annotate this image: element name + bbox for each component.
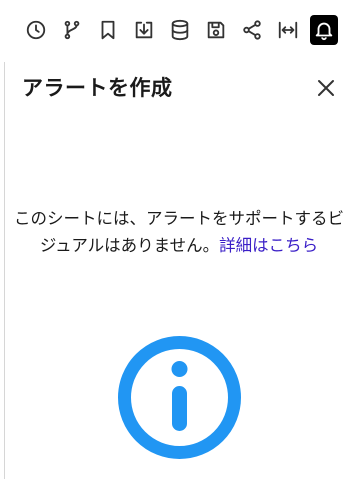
close-button[interactable] <box>314 76 338 100</box>
data-button[interactable] <box>166 15 194 45</box>
toolbar <box>0 0 355 60</box>
download-icon <box>135 21 153 39</box>
bookmark-icon <box>101 20 115 40</box>
panel-title: アラートを作成 <box>22 76 173 100</box>
save-icon <box>207 21 225 39</box>
alerts-button[interactable] <box>310 15 338 45</box>
panel-divider <box>4 62 5 479</box>
branch-icon <box>64 20 80 40</box>
fit-width-icon <box>278 21 298 39</box>
version-button[interactable] <box>58 15 86 45</box>
history-button[interactable] <box>22 15 50 45</box>
share-icon <box>243 20 261 40</box>
clock-icon <box>26 20 46 40</box>
close-icon <box>318 80 334 96</box>
empty-state-message: このシートには、アラートをサポートするビジュアルはありません。詳細はこちら <box>14 205 344 259</box>
database-icon <box>171 19 189 41</box>
learn-more-link[interactable]: 詳細はこちら <box>219 236 318 255</box>
bell-icon <box>315 22 333 41</box>
share-button[interactable] <box>238 15 266 45</box>
bookmark-button[interactable] <box>94 15 122 45</box>
download-button[interactable] <box>130 15 158 45</box>
info-icon <box>118 336 241 459</box>
fit-width-button[interactable] <box>274 15 302 45</box>
save-button[interactable] <box>202 15 230 45</box>
